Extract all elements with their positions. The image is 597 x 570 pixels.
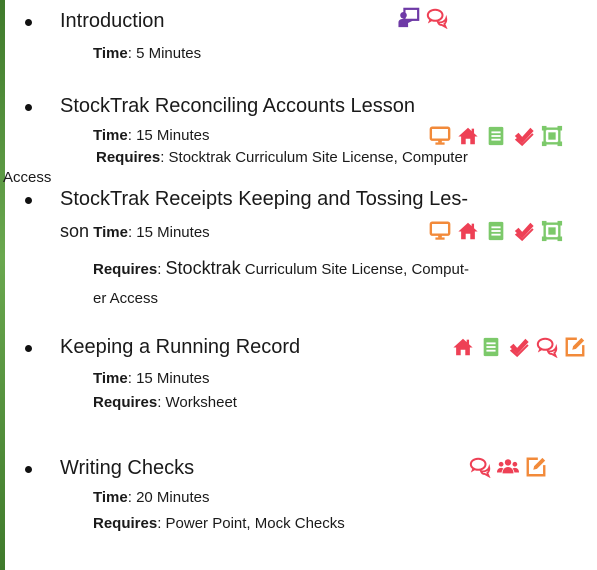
activity-icons (398, 7, 448, 29)
requires-line: Requires: Stocktrak Curriculum Site Lice… (96, 149, 468, 166)
bullet (25, 19, 32, 26)
chat-bubbles-icon (469, 456, 491, 478)
check-mark-icon (513, 220, 535, 242)
item-title: StockTrak Receipts Keeping and Tossing L… (60, 188, 468, 210)
book-icon (485, 125, 507, 147)
edit-external-icon (525, 456, 547, 478)
crop-frame-icon (541, 220, 563, 242)
title-continued-time-line: son Time: 15 Minutes (60, 221, 210, 241)
book-icon (480, 336, 502, 358)
time-line: Time: 15 Minutes (93, 127, 210, 144)
left-accent-bar (0, 0, 5, 570)
bullet (25, 466, 32, 473)
group-icon (497, 456, 519, 478)
item-title: StockTrak Reconciling Accounts Lesson (60, 95, 415, 117)
activity-icons (452, 336, 586, 358)
requires-line: Requires: Worksheet (93, 394, 237, 411)
requires-line-continued: er Access (93, 290, 159, 307)
computer-monitor-icon (429, 125, 451, 147)
home-icon (457, 125, 479, 147)
chat-bubbles-icon (536, 336, 558, 358)
book-icon (485, 220, 507, 242)
time-line: Time: 5 Minutes (93, 45, 202, 62)
presentation-teacher-icon (398, 7, 420, 29)
item-title: Writing Checks (60, 457, 195, 479)
bullet (25, 345, 32, 352)
requires-line-continued: Access (3, 169, 52, 186)
chat-bubbles-icon (426, 7, 448, 29)
computer-monitor-icon (429, 220, 451, 242)
activity-icons (469, 456, 547, 478)
home-icon (457, 220, 479, 242)
edit-external-icon (564, 336, 586, 358)
crop-frame-icon (541, 125, 563, 147)
bullet (25, 104, 32, 111)
item-title: Introduction (60, 10, 165, 32)
bullet (25, 197, 32, 204)
check-mark-icon (508, 336, 530, 358)
activity-icons (429, 220, 563, 242)
requires-line: Requires: Stocktrak Curriculum Site Lice… (93, 258, 469, 278)
requires-line: Requires: Power Point, Mock Checks (93, 515, 345, 532)
home-icon (452, 336, 474, 358)
activity-icons (429, 125, 563, 147)
time-line: Time: 15 Minutes (93, 370, 210, 387)
item-title: Keeping a Running Record (60, 336, 301, 358)
time-line: Time: 20 Minutes (93, 489, 210, 506)
check-mark-icon (513, 125, 535, 147)
